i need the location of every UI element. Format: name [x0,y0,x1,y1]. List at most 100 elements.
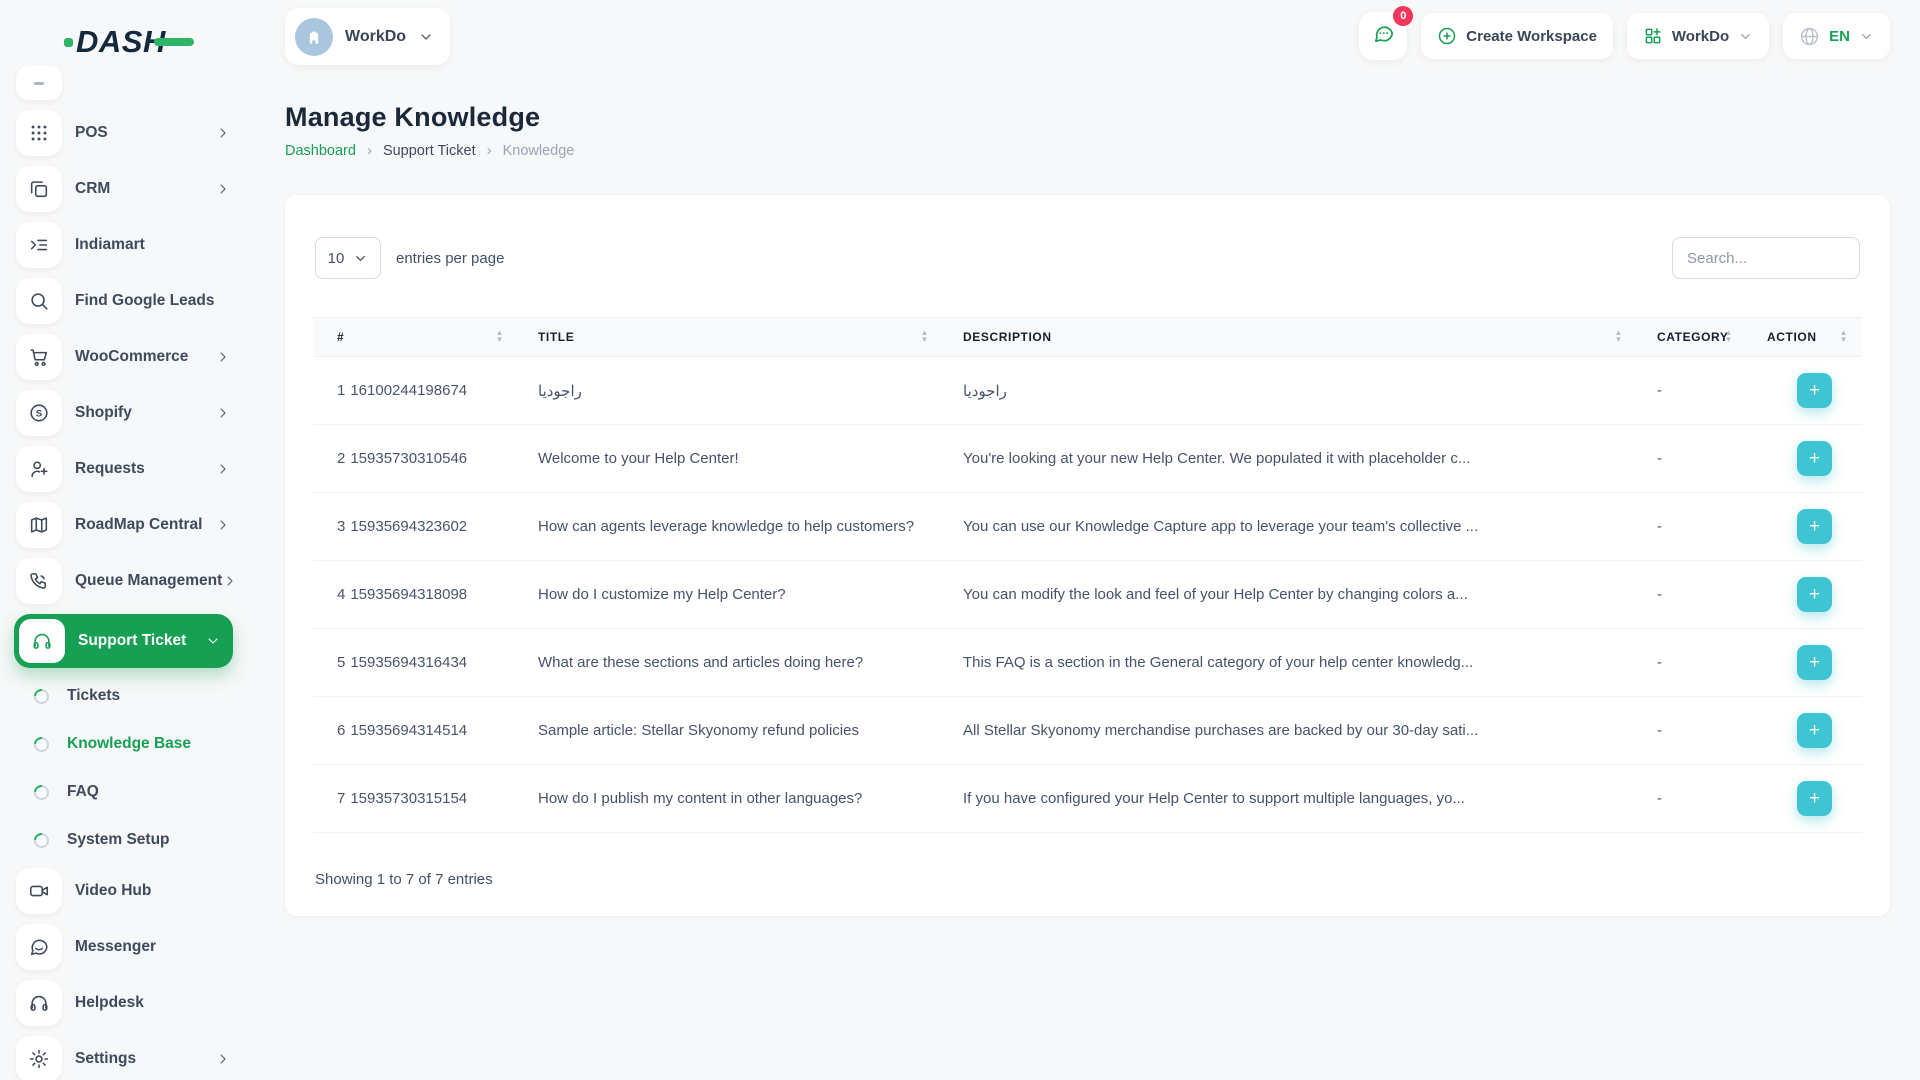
cell-num: 515935694316434 [313,654,518,671]
video-icon [16,868,62,914]
breadcrumb-separator: › [487,142,492,159]
cell-num: 615935694314514 [313,722,518,739]
cell-category: - [1637,654,1747,671]
topbar-actions: 0 Create Workspace WorkDo [1359,12,1890,60]
plus-icon: + [1809,788,1820,810]
sidebar-item-video-hub[interactable]: Video Hub [16,868,231,914]
chevron-right-icon [215,461,231,477]
cell-description: You can use our Knowledge Capture app to… [943,518,1637,535]
chevron-right-icon [222,573,238,589]
sidebar-item-requests[interactable]: Requests [16,446,231,492]
sidebar-item-shopify[interactable]: S Shopify [16,390,231,436]
plus-icon: + [1809,652,1820,674]
circle-icon [31,733,52,754]
headphones-icon [19,619,65,663]
page-title: Manage Knowledge [285,102,1890,133]
circle-icon [31,685,52,706]
add-button[interactable]: + [1797,781,1832,816]
plus-icon: + [1809,720,1820,742]
column-header-num: #▲▼ [313,318,518,356]
chevron-down-icon [1859,29,1874,44]
cell-action: + [1747,577,1862,612]
cell-action: + [1747,781,1862,816]
sidebar-subitem-faq[interactable]: FAQ [34,772,231,812]
circle-icon [31,829,52,850]
cell-action: + [1747,645,1862,680]
chat-bubble-icon [1372,22,1395,50]
cell-category: - [1637,722,1747,739]
globe-icon [1799,26,1820,47]
column-header-action: ACTION▲▼ [1747,318,1862,356]
sort-icon[interactable]: ▲▼ [920,330,929,344]
sidebar-item-roadmap-central[interactable]: RoadMap Central [16,502,231,548]
cell-title: How can agents leverage knowledge to hel… [518,518,943,535]
sidebar-item-pos[interactable]: POS [16,110,231,156]
search-input[interactable] [1672,237,1860,279]
table-row: 116100244198674 راجوديا راجوديا - + [313,357,1862,425]
chat-button[interactable]: 0 [1359,12,1407,60]
sort-icon[interactable]: ▲▼ [495,330,504,344]
sidebar-item-queue-management[interactable]: Queue Management [16,558,231,604]
cell-category: - [1637,790,1747,807]
sidebar-item-indiamart[interactable]: Indiamart [16,222,231,268]
create-workspace-button[interactable]: Create Workspace [1421,13,1613,59]
workspace-name: WorkDo [345,28,406,46]
cell-description: You can modify the look and feel of your… [943,586,1637,603]
cart-icon [16,334,62,380]
table-row: 715935730315154 How do I publish my cont… [313,765,1862,833]
cell-title: Welcome to your Help Center! [518,450,943,467]
knowledge-card: 10 entries per page #▲▼ TITLE▲▼ DESCRIPT… [285,195,1890,916]
sort-icon[interactable]: ▲▼ [1839,330,1848,344]
chevron-down-icon [205,633,221,649]
breadcrumb-dashboard[interactable]: Dashboard [285,143,356,159]
cell-num: 715935730315154 [313,790,518,807]
cell-category: - [1637,382,1747,399]
sidebar-item-crm[interactable]: CRM [16,166,231,212]
sort-icon[interactable]: ▲▼ [1614,330,1623,344]
page-size-select[interactable]: 10 [315,237,381,279]
language-selector[interactable]: EN [1783,13,1890,59]
breadcrumb-support-ticket[interactable]: Support Ticket [383,143,476,159]
sidebar-item-support-ticket[interactable]: Support Ticket [14,614,233,668]
table-header: #▲▼ TITLE▲▼ DESCRIPTION▲▼ CATEGORY▲▼ ACT… [313,317,1862,357]
cell-title: What are these sections and articles doi… [518,654,943,671]
create-workspace-label: Create Workspace [1466,28,1597,45]
dash-logo[interactable]: DASH [64,24,245,60]
workdo-menu-button[interactable]: WorkDo [1627,13,1769,59]
knowledge-table: #▲▼ TITLE▲▼ DESCRIPTION▲▼ CATEGORY▲▼ ACT… [313,317,1862,833]
breadcrumb-knowledge: Knowledge [503,143,575,159]
sidebar-item-woocommerce[interactable]: WooCommerce [16,334,231,380]
sidebar-item-find-google-leads[interactable]: Find Google Leads [16,278,231,324]
cell-title: How do I publish my content in other lan… [518,790,943,807]
sidebar-item-settings[interactable]: Settings [16,1036,231,1080]
sidebar-subitem-tickets[interactable]: Tickets [34,676,231,716]
workspace-switcher[interactable]: WorkDo [285,8,450,65]
plus-circle-icon [1437,26,1457,46]
add-button[interactable]: + [1797,577,1832,612]
entries-per-page-label: entries per page [396,250,504,267]
sidebar-subitem-knowledge-base[interactable]: Knowledge Base [34,724,231,764]
add-button[interactable]: + [1797,509,1832,544]
chat-badge: 0 [1393,6,1413,26]
table-row: 215935730310546 Welcome to your Help Cen… [313,425,1862,493]
workdo-menu-label: WorkDo [1672,28,1729,45]
add-button[interactable]: + [1797,373,1832,408]
sidebar: DASH POS CRM Indiamart Find Google Leads… [0,0,245,1080]
chevron-down-icon [353,251,368,266]
logo-text: DASH [76,24,166,60]
map-icon [16,502,62,548]
sort-icon[interactable]: ▲▼ [1724,330,1733,344]
add-button[interactable]: + [1797,713,1832,748]
add-button[interactable]: + [1797,441,1832,476]
sidebar-item-helpdesk[interactable]: Helpdesk [16,980,231,1026]
sidebar-subitem-system-setup[interactable]: System Setup [34,820,231,860]
sidebar-item-partial[interactable] [16,66,62,100]
sidebar-item-messenger[interactable]: Messenger [16,924,231,970]
search-icon [16,278,62,324]
sidebar-menu: POS CRM Indiamart Find Google Leads WooC… [0,110,245,1080]
add-button[interactable]: + [1797,645,1832,680]
topbar: WorkDo 0 Create Workspace [245,0,1920,74]
cell-title: Sample article: Stellar Skyonomy refund … [518,722,943,739]
cell-description: راجوديا [943,382,1637,400]
cell-description: You're looking at your new Help Center. … [943,450,1637,467]
